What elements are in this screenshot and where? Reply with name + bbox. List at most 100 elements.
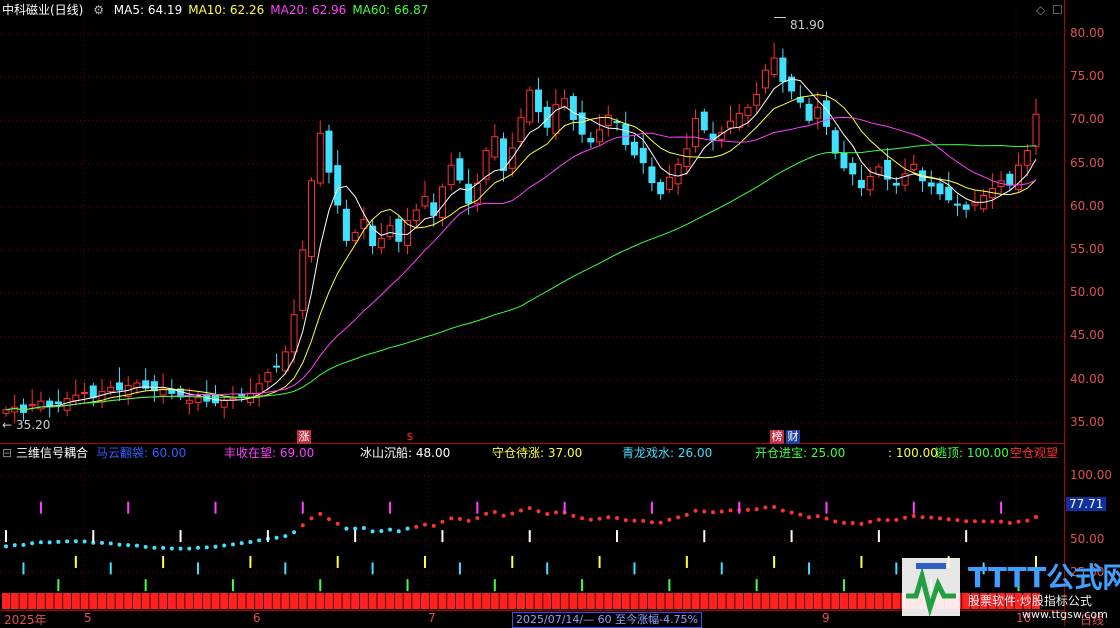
candle-body <box>657 182 665 195</box>
volume-bar <box>281 593 290 609</box>
indicator-dot <box>754 507 759 512</box>
volume-bar <box>656 593 665 609</box>
volume-bar <box>778 593 787 609</box>
volume-bar <box>770 593 779 609</box>
indicator-dot <box>850 520 855 525</box>
candle-body <box>395 218 403 242</box>
indicator-dot <box>230 542 235 547</box>
panel-expand-icon[interactable]: ⊟ <box>2 445 12 461</box>
candle-body <box>639 147 647 164</box>
candle-body <box>456 158 464 181</box>
indicator-dot <box>82 539 87 544</box>
candle-body <box>526 89 534 123</box>
indicator-dot <box>903 515 908 520</box>
indicator-dot <box>990 519 995 524</box>
candle-body <box>744 106 752 117</box>
volume-bar <box>639 593 648 609</box>
indicator-dot <box>1034 514 1038 519</box>
candle-body <box>115 382 123 391</box>
candle-body <box>805 103 813 121</box>
dollar-marker[interactable]: $ <box>403 430 417 444</box>
price-tick-label: 50.00 <box>1070 285 1105 300</box>
volume-bar <box>630 593 639 609</box>
candle-body <box>823 100 831 127</box>
candle-body <box>962 204 970 210</box>
indicator-dot <box>728 508 733 513</box>
candle-body <box>351 232 359 241</box>
candle-body <box>386 225 394 238</box>
indicator-dot <box>4 544 8 549</box>
date-tick-label: 9 <box>822 611 830 625</box>
candle-body <box>569 96 577 120</box>
candle-body <box>630 141 638 156</box>
indicator-dot <box>457 517 462 522</box>
volume-bar <box>324 593 333 609</box>
volume-bar <box>307 593 316 609</box>
indicator-dot <box>527 506 532 511</box>
indicator-dot <box>833 519 838 524</box>
candle-body <box>857 179 865 189</box>
indicator-dot <box>824 516 829 521</box>
indicator-dot <box>239 541 244 546</box>
indicator-dot <box>56 539 61 544</box>
volume-bar <box>586 593 595 609</box>
indicator-dot <box>309 516 314 521</box>
volume-bar <box>159 593 168 609</box>
volume-bar <box>604 593 613 609</box>
candle-body <box>377 238 385 249</box>
indicator-dot <box>519 508 523 513</box>
indicator-dot <box>946 517 951 522</box>
kline-chart[interactable] <box>0 0 1064 626</box>
volume-bar <box>342 593 351 609</box>
candle-body <box>185 399 193 404</box>
volume-bar <box>621 593 630 609</box>
volume-bar <box>743 593 752 609</box>
indicator-title: 三维信号耦合 <box>16 446 89 460</box>
indicator-dot <box>885 518 890 523</box>
candle-body <box>726 120 734 129</box>
indicator-dot <box>196 545 201 550</box>
candle-body <box>953 203 961 206</box>
volume-bar <box>351 593 360 609</box>
indicator-dot <box>108 541 113 546</box>
volume-bar <box>272 593 281 609</box>
indicator-dot <box>841 520 846 525</box>
volume-bar <box>412 593 421 609</box>
volume-bar <box>665 593 674 609</box>
indicator-dot <box>117 542 122 547</box>
indicator-tick-label: 50.00 <box>1070 532 1105 547</box>
cai-marker[interactable]: 财 <box>786 430 800 444</box>
date-tick-label: 2025年 <box>4 613 47 627</box>
logo-brand: TTTT公式网 <box>968 561 1120 594</box>
indicator-dot <box>807 515 812 520</box>
candle-body <box>72 394 80 402</box>
candle-body <box>534 89 542 113</box>
candle-body <box>273 365 281 368</box>
indicator-legend-item: 守仓待涨: 37.00 <box>492 446 583 460</box>
high-price-label: 81.90 <box>790 18 825 32</box>
indicator-dot <box>422 522 427 527</box>
indicator-legend-item: 开仓进宝: 25.00 <box>755 446 846 460</box>
price-tick-label: 70.00 <box>1070 112 1105 127</box>
volume-bar <box>255 593 264 609</box>
candle-body <box>150 381 158 392</box>
indicator-dot <box>571 513 576 518</box>
volume-bar <box>263 593 272 609</box>
indicator-legend-item: 青龙戏水: 26.00 <box>622 446 713 460</box>
date-tick-label: 6 <box>253 611 261 625</box>
volume-bar <box>447 593 456 609</box>
candle-body <box>89 385 97 399</box>
price-axis-line <box>1064 0 1065 626</box>
volume-bar <box>560 593 569 609</box>
volume-bar <box>36 593 45 609</box>
bang-marker[interactable]: 榜 <box>770 430 784 444</box>
indicator-dot <box>553 510 558 515</box>
indicator-dot <box>134 543 139 548</box>
zhang-marker[interactable]: 涨 <box>297 430 311 444</box>
volume-bar <box>98 593 107 609</box>
indicator-dot <box>388 527 393 532</box>
indicator-dot <box>274 535 279 540</box>
indicator-dot <box>667 517 672 522</box>
indicator-tick-label: 77.71 <box>1066 496 1107 511</box>
candle-body <box>604 114 612 127</box>
